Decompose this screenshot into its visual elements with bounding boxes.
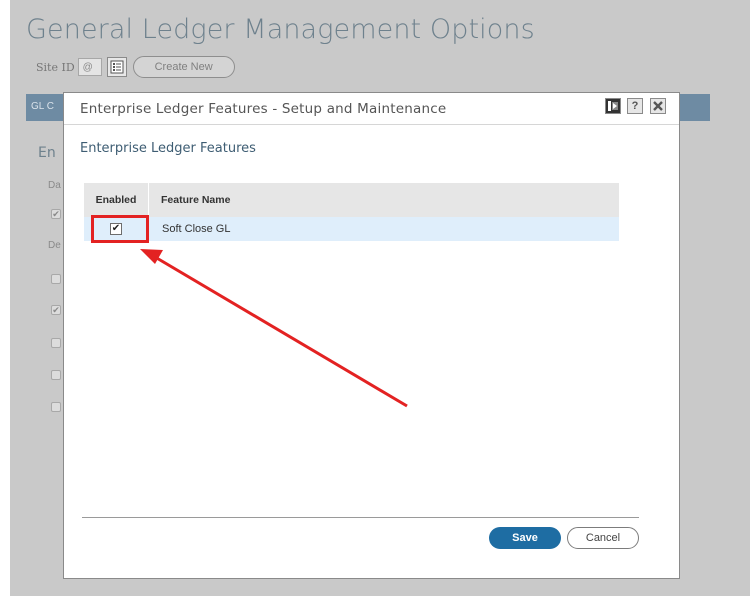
arrow-head	[140, 249, 163, 264]
arrow-annotation	[140, 249, 408, 408]
arrow-shaft	[154, 255, 408, 408]
